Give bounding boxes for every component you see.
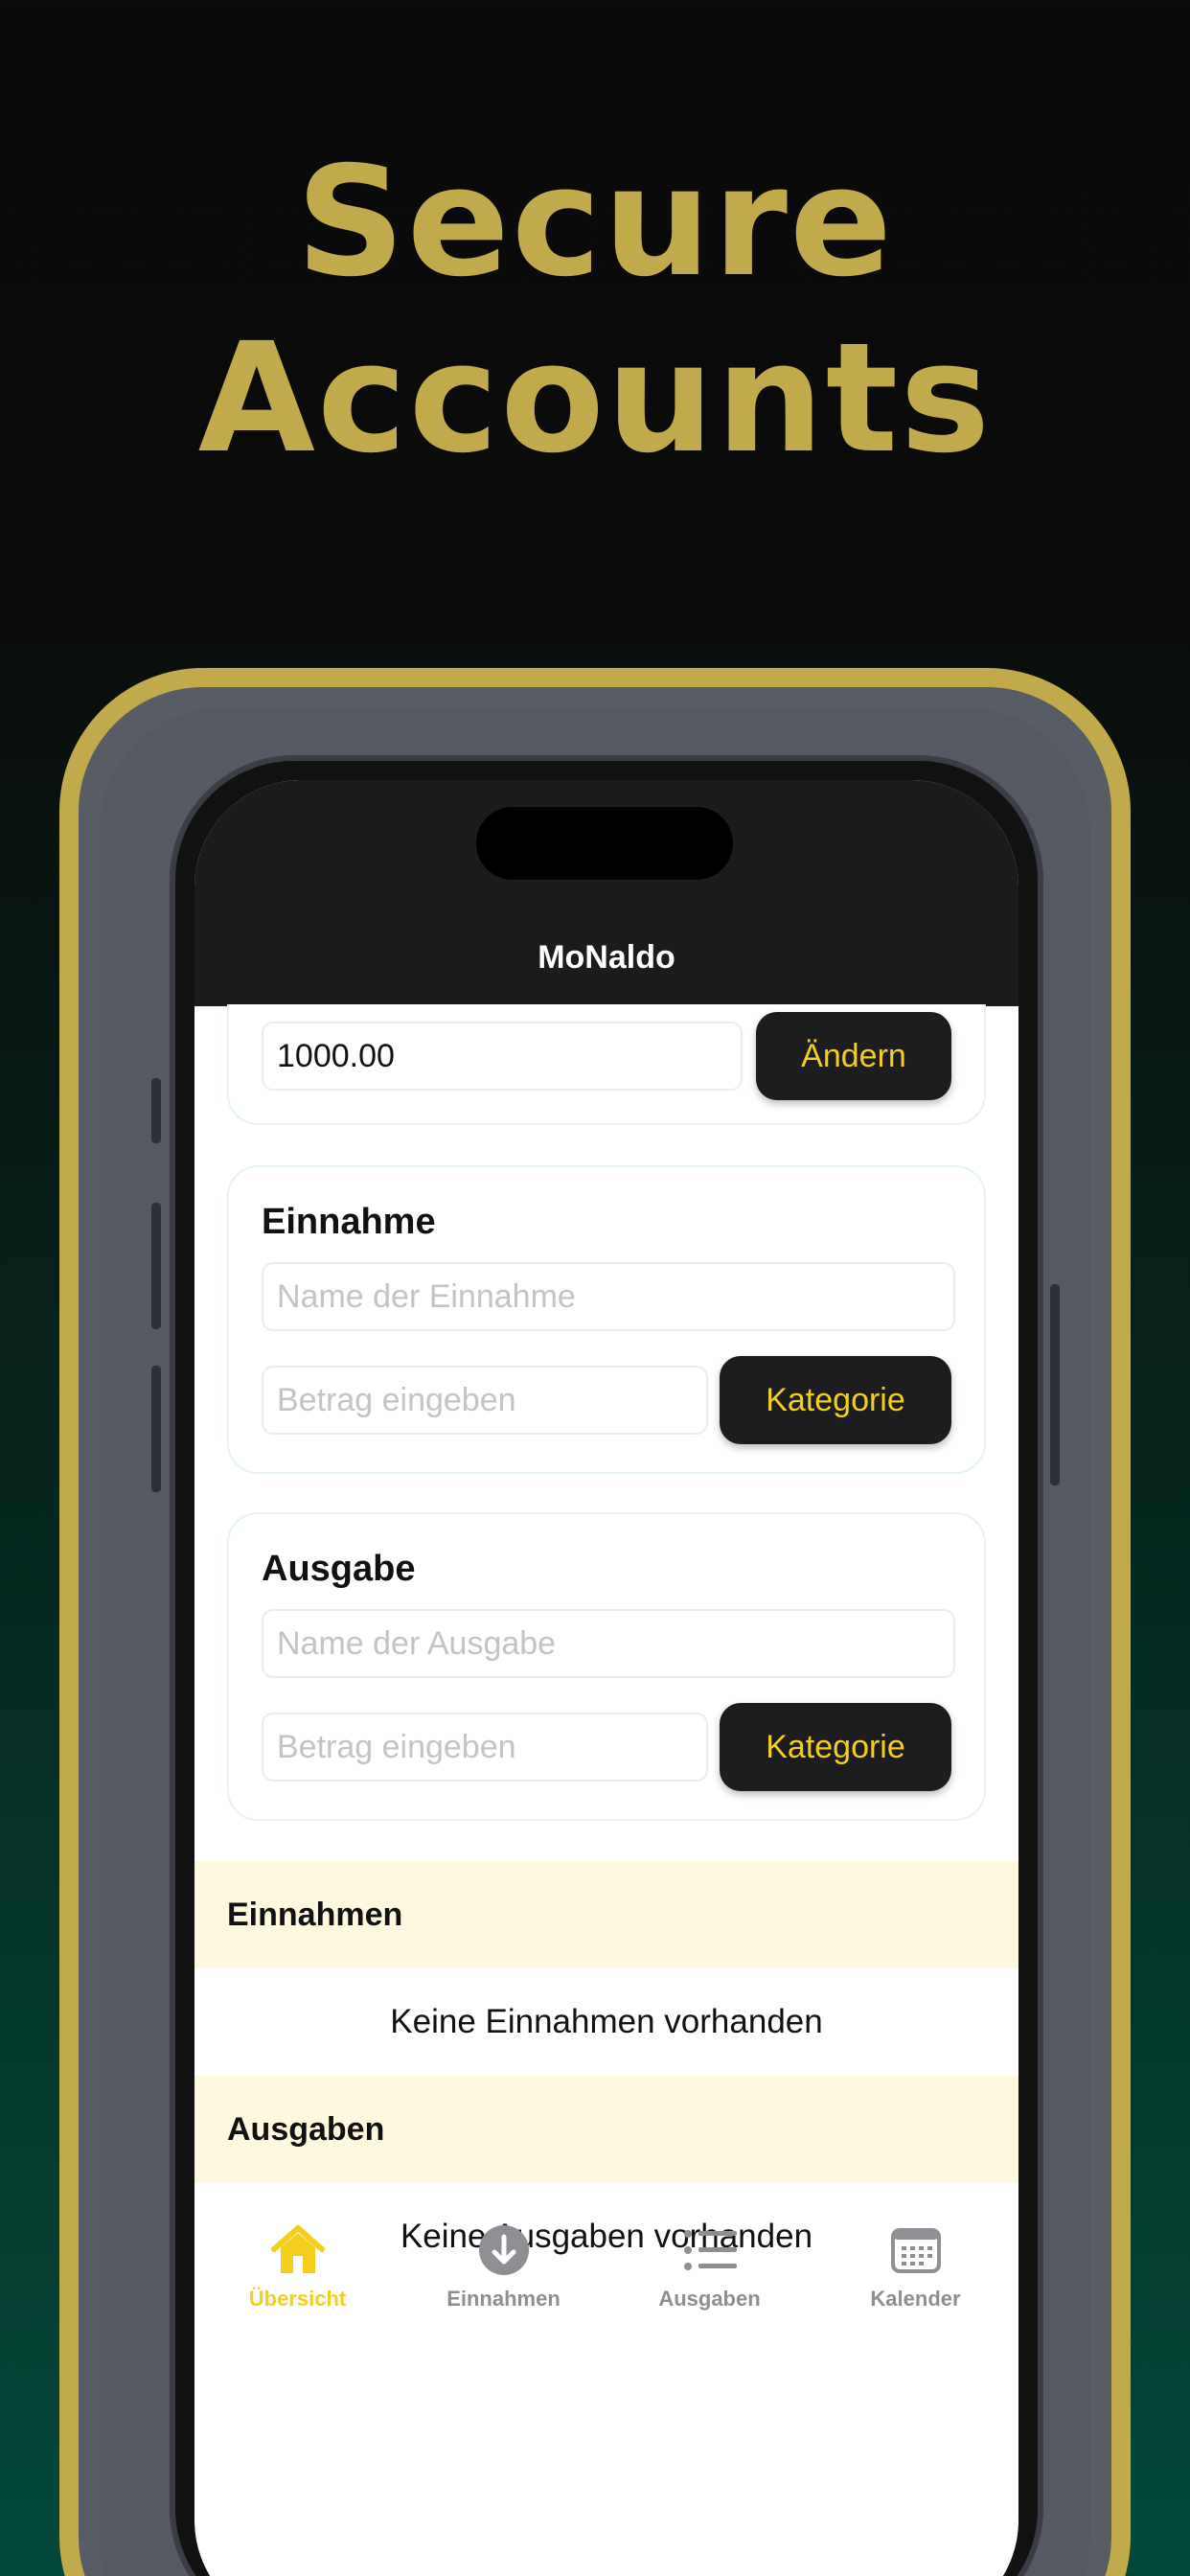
tab-income-label: Einnahmen [446,2287,561,2311]
headline: Secure Accounts [0,134,1190,487]
headline-line-1: Secure [295,134,895,310]
main-content: 1000.00 Ändern Einnahme Name der Einnahm… [195,1004,1018,1821]
expense-card: Ausgabe Name der Ausgabe Betrag eingeben… [227,1512,986,1821]
phone-body: MoNaldo 1000.00 Ändern Einnahme Name der… [170,755,1043,2576]
phone-side-button [151,1078,161,1143]
headline-line-2: Accounts [197,310,993,487]
tab-expenses-label: Ausgaben [658,2287,761,2311]
expense-name-input[interactable]: Name der Ausgabe [262,1609,955,1678]
income-card: Einnahme Name der Einnahme Betrag eingeb… [227,1165,986,1474]
phone-side-button [1050,1284,1060,1485]
income-empty-message: Keine Einnahmen vorhanden [390,2003,823,2040]
balance-card: 1000.00 Ändern [227,1004,986,1125]
tab-overview-label: Übersicht [248,2287,347,2311]
tab-expenses[interactable]: Ausgaben [606,2221,812,2327]
tab-overview[interactable]: Übersicht [195,2221,400,2327]
calendar-icon [890,2221,941,2279]
list-icon [683,2221,737,2279]
income-category-button[interactable]: Kategorie [720,1356,951,1444]
expense-category-button[interactable]: Kategorie [720,1703,951,1791]
change-balance-button[interactable]: Ändern [756,1012,951,1100]
tab-calendar-label: Kalender [870,2287,961,2311]
income-list-section: Einnahmen Keine Einnahmen vorhanden [195,1861,1018,2076]
balance-input[interactable]: 1000.00 [262,1022,743,1091]
expense-amount-input[interactable]: Betrag eingeben [262,1713,708,1782]
income-amount-input[interactable]: Betrag eingeben [262,1366,708,1435]
app-title: MoNaldo [538,939,675,976]
navigation-bar: MoNaldo [195,780,1018,1006]
phone-screen: MoNaldo 1000.00 Ändern Einnahme Name der… [195,780,1018,2576]
expense-card-title: Ausgabe [262,1549,416,1589]
phone-side-button [151,1203,161,1329]
tab-bar: Übersicht Einnahmen Ausgaben Kalender [195,2221,1018,2327]
house-icon [270,2221,326,2279]
expense-list-header: Ausgaben [195,2076,1018,2183]
dynamic-island [476,807,733,880]
tab-calendar[interactable]: Kalender [812,2221,1018,2327]
tab-income[interactable]: Einnahmen [400,2221,606,2327]
income-card-title: Einnahme [262,1202,436,1242]
income-name-input[interactable]: Name der Einnahme [262,1262,955,1331]
arrow-down-circle-icon [478,2221,530,2279]
income-list-header: Einnahmen [195,1861,1018,1968]
phone-side-button [151,1366,161,1492]
